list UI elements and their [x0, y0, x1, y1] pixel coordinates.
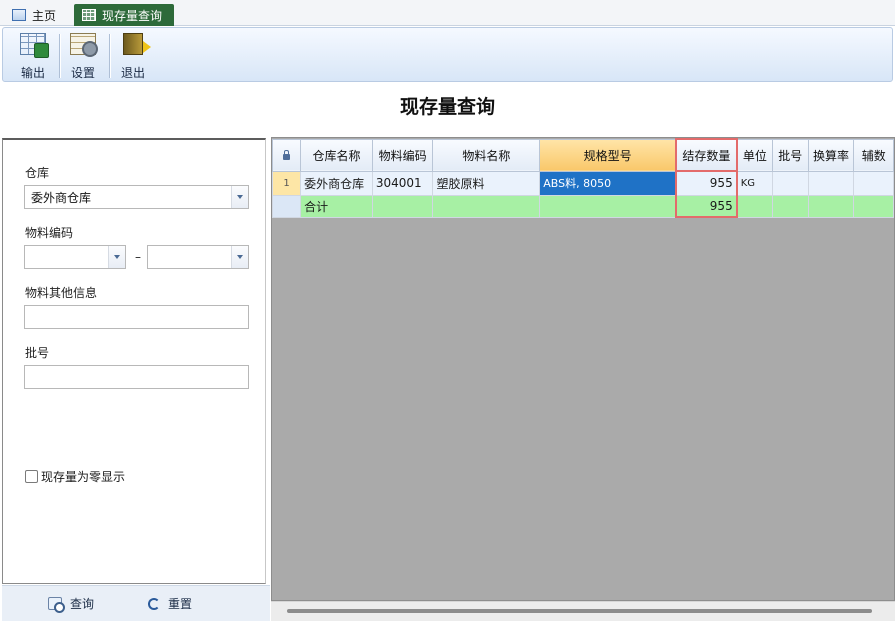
exit-label: 退出	[120, 66, 145, 80]
zero-stock-option[interactable]: 现存量为零显示	[25, 468, 125, 485]
row-number[interactable]: 1	[272, 170, 302, 196]
table-cell[interactable]	[807, 170, 855, 196]
search-icon	[48, 597, 65, 613]
filter-panel: 仓库 委外商仓库 物料编码 – 物料其他信息 批号 现存量为零显示	[2, 138, 266, 584]
toolbar-divider	[109, 34, 110, 78]
warehouse-value: 委外商仓库	[31, 191, 92, 205]
column-header[interactable]: 辅数	[853, 138, 894, 172]
column-header[interactable]: 物料编码	[371, 138, 434, 172]
column-header[interactable]: 结存数量	[675, 138, 738, 172]
range-separator: –	[135, 250, 141, 264]
toolbar: 输出 设置 退出	[2, 27, 893, 82]
table-cell[interactable]: 955	[675, 170, 738, 196]
table-cell	[853, 194, 894, 218]
toolbar-divider	[59, 34, 60, 78]
scrollbar-thumb[interactable]	[287, 609, 872, 613]
settings-button[interactable]: 设置	[61, 31, 105, 81]
chevron-down-icon[interactable]	[231, 186, 248, 208]
table-cell	[736, 194, 773, 218]
warehouse-label: 仓库	[25, 166, 50, 180]
table-cell[interactable]: 塑胶原料	[432, 170, 541, 196]
horizontal-scrollbar[interactable]	[271, 601, 895, 621]
stock-grid: 仓库名称 物料编码 物料名称 规格型号 结存数量 单位 批号 换算率 辅数 1 …	[271, 137, 895, 601]
material-code-from-select[interactable]	[24, 245, 126, 269]
tab-home-label: 主页	[32, 8, 57, 23]
tab-stock-query[interactable]: 现存量查询	[74, 4, 174, 26]
table-cell	[771, 194, 809, 218]
lock-icon	[283, 150, 291, 160]
total-row: 合计 955	[272, 194, 894, 218]
query-button[interactable]: 查询	[48, 595, 95, 613]
settings-icon	[70, 33, 98, 57]
export-icon	[20, 33, 49, 58]
tab-strip: 主页 现存量查询	[0, 0, 895, 26]
table-row[interactable]: 1 委外商仓库 304001 塑胶原料 ABS料, 8050 955 KG	[272, 170, 894, 196]
export-button[interactable]: 输出	[11, 31, 55, 81]
material-code-label: 物料编码	[25, 226, 74, 240]
warehouse-select[interactable]: 委外商仓库	[24, 185, 249, 209]
material-other-label: 物料其他信息	[25, 286, 98, 300]
tab-stock-query-label: 现存量查询	[102, 8, 163, 23]
reset-button[interactable]: 重置	[148, 595, 192, 612]
table-cell[interactable]: 委外商仓库	[300, 170, 373, 196]
material-other-input[interactable]	[24, 305, 249, 329]
column-header[interactable]: 物料名称	[432, 138, 541, 172]
table-cell	[539, 194, 677, 218]
grid-icon	[82, 9, 96, 21]
row-number	[272, 194, 302, 218]
batch-label: 批号	[25, 346, 50, 360]
table-cell[interactable]	[853, 170, 894, 196]
chevron-down-icon[interactable]	[231, 246, 248, 268]
table-cell[interactable]: KG	[736, 170, 773, 196]
column-header[interactable]: 换算率	[807, 138, 855, 172]
table-cell[interactable]: ABS料, 8050	[539, 170, 677, 196]
export-label: 输出	[20, 66, 45, 80]
table-cell	[371, 194, 434, 218]
query-label: 查询	[70, 597, 95, 611]
material-code-to-select[interactable]	[147, 245, 249, 269]
chevron-down-icon[interactable]	[108, 246, 125, 268]
table-cell[interactable]	[771, 170, 809, 196]
table-cell	[807, 194, 855, 218]
column-header[interactable]: 仓库名称	[300, 138, 373, 172]
column-header[interactable]: 规格型号	[539, 138, 677, 172]
filter-actions: 查询 重置	[2, 585, 270, 621]
zero-stock-label: 现存量为零显示	[41, 470, 126, 484]
row-selector-header[interactable]	[272, 138, 302, 172]
table-cell[interactable]: 304001	[371, 170, 434, 196]
column-header[interactable]: 单位	[736, 138, 773, 172]
batch-input[interactable]	[24, 365, 249, 389]
stock-table: 仓库名称 物料编码 物料名称 规格型号 结存数量 单位 批号 换算率 辅数 1 …	[272, 138, 894, 218]
exit-icon	[123, 33, 151, 55]
settings-label: 设置	[70, 66, 95, 80]
home-icon	[12, 9, 26, 21]
total-quantity: 955	[675, 194, 738, 218]
undo-icon	[148, 597, 160, 610]
exit-button[interactable]: 退出	[111, 31, 155, 81]
total-label: 合计	[300, 194, 373, 218]
table-cell	[432, 194, 541, 218]
column-header[interactable]: 批号	[771, 138, 809, 172]
zero-stock-checkbox[interactable]	[25, 470, 38, 483]
tab-home[interactable]: 主页	[4, 4, 66, 26]
reset-label: 重置	[168, 597, 193, 611]
page-title: 现存量查询	[399, 96, 495, 118]
